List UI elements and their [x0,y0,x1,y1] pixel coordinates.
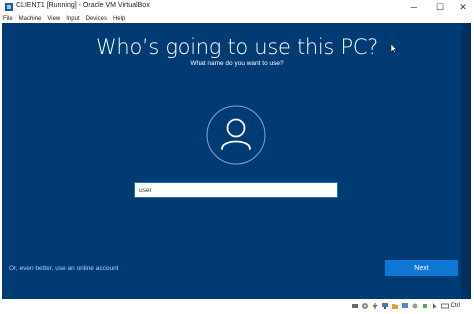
menu-input[interactable]: Input [66,16,79,22]
mouse-integration-icon[interactable] [431,302,439,310]
next-button[interactable]: Next [385,260,458,276]
status-bar: Ctrl [0,300,474,314]
menu-devices[interactable]: Devices [86,16,107,22]
title-bar[interactable]: CLIENT1 [Running] - Oracle VM VirtualBox… [0,0,474,14]
maximize-icon: ☐ [435,1,445,12]
minimize-icon: ─ [410,2,418,12]
menu-machine[interactable]: Machine [19,16,42,22]
host-key-label: Ctrl [450,303,460,309]
recording-icon[interactable] [411,302,419,310]
page-title: Who’s going to use this PC? [95,35,379,59]
hard-disk-icon[interactable] [351,302,359,310]
menu-view[interactable]: View [47,16,60,22]
keyboard-icon[interactable] [440,302,449,310]
shared-folder-icon[interactable] [391,302,399,310]
status-icons: Ctrl [349,302,460,310]
optical-drive-icon[interactable] [361,302,369,310]
virtualbox-window: CLIENT1 [Running] - Oracle VM VirtualBox… [0,0,474,314]
usb-icon[interactable] [371,302,379,310]
close-icon: ✕ [459,1,467,12]
user-name-input[interactable] [134,182,338,198]
minimize-button[interactable]: ─ [402,0,426,14]
page-subtitle: What name do you want to use? [190,60,284,67]
cpu-icon[interactable] [421,302,429,310]
virtualbox-app-icon [5,3,13,11]
online-account-link[interactable]: Or, even better, use an online account [9,265,119,272]
menu-file[interactable]: File [3,16,13,22]
close-button[interactable]: ✕ [452,0,474,14]
menu-help[interactable]: Help [113,16,125,22]
user-avatar-icon [206,105,266,165]
maximize-button[interactable]: ☐ [428,0,452,14]
menu-bar: File Machine View Input Devices Help [0,14,474,23]
window-title: CLIENT1 [Running] - Oracle VM VirtualBox [16,2,150,9]
display-icon[interactable] [401,302,409,310]
mouse-pointer-icon [390,44,398,54]
network-icon[interactable] [381,302,389,310]
